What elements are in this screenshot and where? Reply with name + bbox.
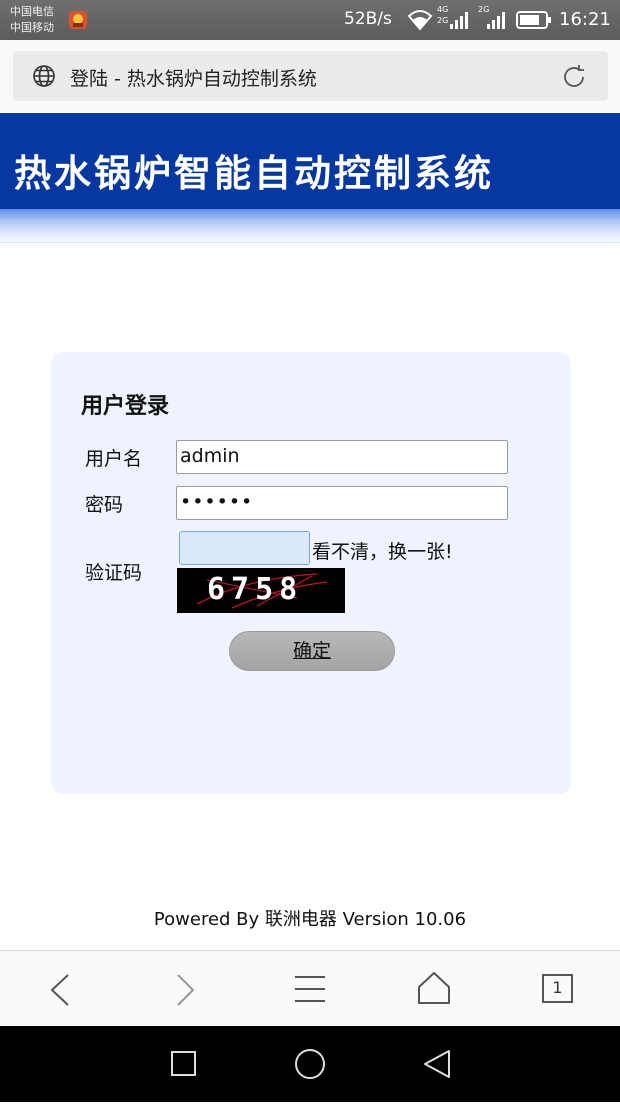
login-heading: 用户登录 (81, 394, 170, 419)
username-input[interactable]: admin (176, 440, 508, 474)
tab-count: 1 (552, 978, 563, 997)
signal-strength-icon-1 (449, 8, 471, 34)
home-button[interactable] (394, 951, 474, 1027)
network-type-4g: 4G (437, 5, 449, 14)
system-home-button[interactable] (270, 1026, 350, 1102)
captcha-label: 验证码 (85, 562, 143, 584)
browser-toolbar: 登陆 - 热水锅炉自动控制系统 (0, 40, 620, 112)
header-gradient-stripe (0, 209, 620, 243)
page-tab-title: 登陆 - 热水锅炉自动控制系统 (70, 68, 317, 90)
chevron-left-icon (50, 974, 69, 1006)
system-nav-bar (0, 1026, 620, 1102)
login-panel: 用户登录 用户名 admin 密码 •••••• 验证码 看不清，换一张! 67… (51, 352, 571, 794)
home-icon (418, 972, 450, 1004)
forward-button[interactable] (145, 951, 225, 1027)
wifi-icon (407, 9, 433, 35)
network-speed: 52B/s (344, 9, 392, 29)
back-button[interactable] (20, 951, 100, 1027)
square-icon (171, 1051, 196, 1076)
globe-icon (32, 64, 56, 92)
clock: 16:21 (559, 9, 611, 30)
network-type-2g: 2G (437, 16, 449, 25)
carrier-name-primary: 中国电信 (10, 5, 54, 18)
status-bar: 中国电信 中国移动 52B/s 4G 2G 2G 16:21 (0, 0, 620, 40)
circle-icon (295, 1049, 325, 1079)
menu-icon (295, 976, 325, 1002)
signal-strength-icon-2 (486, 8, 508, 34)
password-input[interactable]: •••••• (176, 486, 508, 520)
captcha-code: 6758 (207, 572, 304, 607)
password-label: 密码 (85, 494, 124, 516)
captcha-input[interactable] (179, 531, 310, 565)
system-back-button[interactable] (396, 1026, 476, 1102)
confirm-button[interactable]: 确定 (229, 631, 395, 671)
battery-icon (516, 11, 552, 33)
reload-button[interactable] (560, 63, 588, 91)
tabs-button[interactable]: 1 (518, 951, 598, 1027)
triangle-back-icon (424, 1050, 450, 1078)
menu-button[interactable] (270, 951, 350, 1027)
captcha-image[interactable]: 6758 (177, 568, 345, 613)
username-label: 用户名 (85, 448, 143, 470)
carrier-name-secondary: 中国移动 (10, 21, 54, 34)
recent-apps-button[interactable] (143, 1026, 223, 1102)
captcha-refresh-link[interactable]: 看不清，换一张! (312, 537, 453, 564)
chevron-right-icon (177, 974, 195, 1006)
address-bar[interactable]: 登陆 - 热水锅炉自动控制系统 (13, 51, 608, 101)
browser-nav-bar: 1 (0, 950, 620, 1026)
site-header-banner: 热水锅炉智能自动控制系统 (0, 113, 620, 209)
site-title: 热水锅炉智能自动控制系统 (14, 152, 494, 195)
footer-credit: Powered By 联洲电器 Version 10.06 (153, 909, 467, 930)
app-notification-icon (68, 10, 88, 34)
refresh-icon (564, 65, 584, 87)
